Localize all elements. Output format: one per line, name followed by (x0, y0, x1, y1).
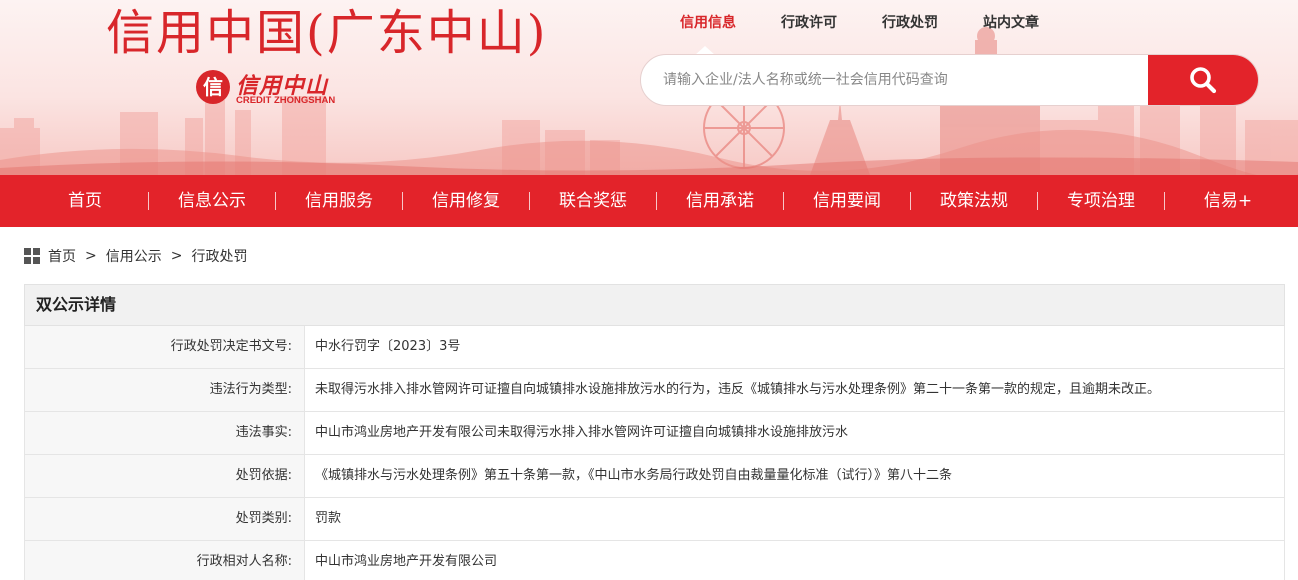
top-link-admin-penalty[interactable]: 行政处罚 (882, 12, 938, 34)
detail-value: 未取得污水排入排水管网许可证擅自向城镇排水设施排放污水的行为，违反《城镇排水与污… (315, 382, 1161, 397)
site-logo[interactable]: 信 信用中山 CREDIT ZHONGSHAN (196, 68, 356, 108)
detail-label: 行政处罚决定书文号: (25, 326, 305, 368)
site-title: 信用中国(广东中山) (106, 5, 548, 61)
nav-item-info-disclosure[interactable]: 信息公示 (149, 175, 275, 227)
detail-panel: 双公示详情 行政处罚决定书文号: 中水行罚字〔2023〕3号 违法行为类型: 未… (24, 284, 1285, 580)
top-links: 信用信息 行政许可 行政处罚 站内文章 (680, 12, 1084, 34)
breadcrumb-separator: > (170, 248, 183, 264)
logo-mark-icon: 信 (196, 70, 230, 104)
top-link-site-articles[interactable]: 站内文章 (983, 12, 1039, 34)
detail-row: 行政相对人名称: 中山市鸿业房地产开发有限公司 (24, 541, 1285, 580)
nav-item-special-governance[interactable]: 专项治理 (1038, 175, 1164, 227)
breadcrumb-credit-disclosure[interactable]: 信用公示 (106, 246, 162, 266)
detail-label: 违法行为类型: (25, 369, 305, 411)
nav-item-joint-rewards[interactable]: 联合奖惩 (530, 175, 656, 227)
detail-value: 中水行罚字〔2023〕3号 (315, 339, 461, 354)
logo-english-text: CREDIT ZHONGSHAN (236, 95, 336, 106)
detail-row: 行政处罚决定书文号: 中水行罚字〔2023〕3号 (24, 326, 1285, 369)
top-link-admin-license[interactable]: 行政许可 (781, 12, 837, 34)
detail-row: 处罚依据: 《城镇排水与污水处理条例》第五十条第一款，《中山市水务局行政处罚自由… (24, 455, 1285, 498)
nav-item-policy[interactable]: 政策法规 (911, 175, 1037, 227)
detail-label: 行政相对人名称: (25, 541, 305, 580)
detail-value: 中山市鸿业房地产开发有限公司未取得污水排入排水管网许可证擅自向城镇排水设施排放污… (315, 425, 849, 440)
nav-item-credit-news[interactable]: 信用要闻 (784, 175, 910, 227)
nav-item-credit-repair[interactable]: 信用修复 (403, 175, 529, 227)
detail-value: 中山市鸿业房地产开发有限公司 (315, 554, 498, 569)
detail-row: 违法事实: 中山市鸿业房地产开发有限公司未取得污水排入排水管网许可证擅自向城镇排… (24, 412, 1285, 455)
detail-label: 处罚类别: (25, 498, 305, 540)
detail-row: 违法行为类型: 未取得污水排入排水管网许可证擅自向城镇排水设施排放污水的行为，违… (24, 369, 1285, 412)
breadcrumb-separator: > (85, 248, 97, 264)
panel-heading: 双公示详情 (24, 284, 1285, 326)
search-box (640, 54, 1259, 106)
top-link-credit-info[interactable]: 信用信息 (680, 12, 736, 34)
search-input[interactable] (641, 55, 1149, 105)
nav-item-credit-commitment[interactable]: 信用承诺 (657, 175, 783, 227)
detail-label: 处罚依据: (25, 455, 305, 497)
grid-icon (24, 248, 40, 264)
breadcrumb: 首页 > 信用公示 > 行政处罚 (24, 245, 247, 267)
nav-item-home[interactable]: 首页 (0, 175, 148, 227)
search-icon (1190, 67, 1217, 94)
nav-item-credit-service[interactable]: 信用服务 (276, 175, 402, 227)
detail-value: 《城镇排水与污水处理条例》第五十条第一款，《中山市水务局行政处罚自由裁量量化标准… (315, 468, 953, 483)
breadcrumb-home[interactable]: 首页 (48, 246, 76, 266)
detail-row: 处罚类别: 罚款 (24, 498, 1285, 541)
breadcrumb-admin-penalty[interactable]: 行政处罚 (191, 246, 247, 266)
nav-item-xinyi-plus[interactable]: 信易+ (1165, 175, 1291, 227)
main-nav: 首页 信息公示 信用服务 信用修复 联合奖惩 信用承诺 信用要闻 政策法规 专项… (0, 175, 1298, 227)
detail-value: 罚款 (315, 511, 342, 526)
search-button[interactable] (1148, 55, 1258, 105)
detail-label: 违法事实: (25, 412, 305, 454)
header-banner: 信用中国(广东中山) 信 信用中山 CREDIT ZHONGSHAN 信用信息 … (0, 0, 1298, 175)
